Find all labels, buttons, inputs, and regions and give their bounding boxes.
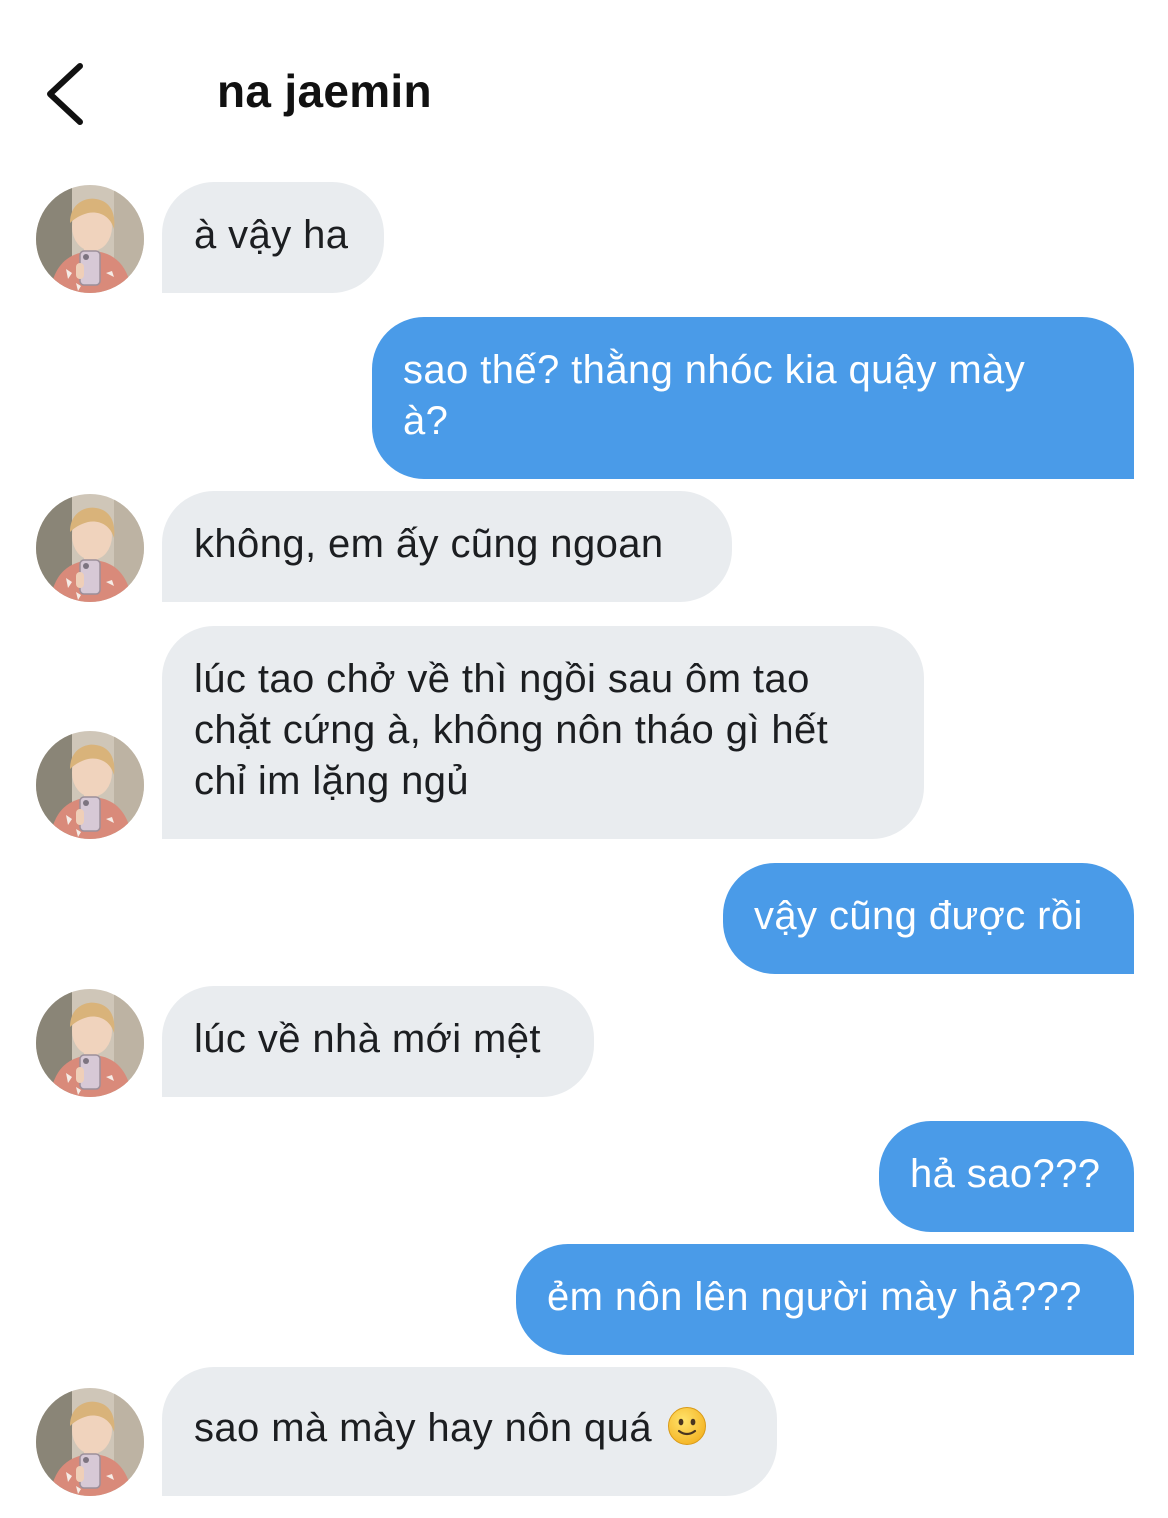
- message-bubble-outgoing[interactable]: sao thế? thằng nhóc kia quậy mày à?: [372, 317, 1134, 479]
- message-bubble-incoming[interactable]: không, em ấy cũng ngoan: [162, 491, 732, 602]
- message-text: hả sao???: [910, 1152, 1101, 1196]
- message-text: à vậy ha: [194, 213, 349, 257]
- message-bubble-incoming[interactable]: à vậy ha: [162, 182, 384, 293]
- message-bubble-outgoing[interactable]: ẻm nôn lên người mày hả???: [516, 1244, 1134, 1355]
- message-text: sao mà mày hay nôn quá: [194, 1406, 652, 1450]
- message-bubble-incoming[interactable]: lúc về nhà mới mệt: [162, 986, 594, 1097]
- contact-name[interactable]: na jaemin: [217, 64, 432, 118]
- message-text: lúc về nhà mới mệt: [194, 1017, 541, 1061]
- contact-avatar[interactable]: [36, 731, 144, 839]
- back-button[interactable]: [38, 58, 98, 130]
- contact-avatar[interactable]: [36, 494, 144, 602]
- contact-avatar[interactable]: [36, 185, 144, 293]
- message-text: ẻm nôn lên người mày hả???: [547, 1275, 1082, 1319]
- message-text: vậy cũng được rồi: [754, 894, 1083, 938]
- chevron-left-icon: [47, 63, 83, 125]
- message-text: sao thế? thằng nhóc kia quậy mày à?: [403, 348, 1026, 443]
- message-bubble-incoming[interactable]: sao mà mày hay nôn quá: [162, 1367, 777, 1496]
- message-text: không, em ấy cũng ngoan: [194, 522, 664, 566]
- contact-avatar[interactable]: [36, 1388, 144, 1496]
- message-text: lúc tao chở về thì ngồi sau ôm tao chặt …: [194, 657, 829, 803]
- message-bubble-incoming[interactable]: lúc tao chở về thì ngồi sau ôm tao chặt …: [162, 626, 924, 839]
- message-bubble-outgoing[interactable]: hả sao???: [879, 1121, 1134, 1232]
- message-bubble-outgoing[interactable]: vậy cũng được rồi: [723, 863, 1134, 974]
- slightly-smiling-face-icon: [668, 1407, 707, 1445]
- contact-avatar[interactable]: [36, 989, 144, 1097]
- chat-header: na jaemin: [0, 0, 1168, 170]
